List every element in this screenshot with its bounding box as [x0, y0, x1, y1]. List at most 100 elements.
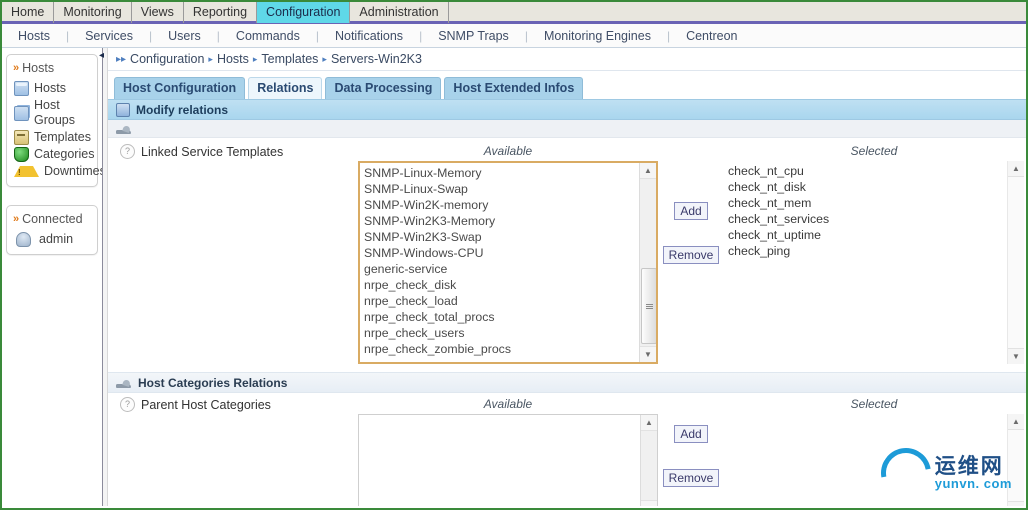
field-label-parent-host-categories: ? Parent Host Categories	[108, 397, 358, 412]
field-label-linked-service-templates: ? Linked Service Templates	[108, 144, 358, 159]
selected-listbox-scrollbar[interactable]: ▲ ▼	[1007, 161, 1024, 364]
add-button-2[interactable]: Add	[674, 425, 708, 443]
page-title: Modify relations	[136, 102, 229, 117]
sidebar-panel-connected: » Connected admin	[6, 205, 98, 255]
tab-data-processing[interactable]: Data Processing	[325, 77, 442, 99]
tab-host-configuration[interactable]: Host Configuration	[114, 77, 246, 99]
help-icon[interactable]: ?	[120, 397, 135, 412]
submenu-item-centreon[interactable]: Centreon	[670, 29, 753, 43]
menu-item-monitoring[interactable]: Monitoring	[54, 2, 132, 23]
tab-relations[interactable]: Relations	[248, 77, 323, 99]
list-item[interactable]: generic-service	[364, 261, 639, 277]
list-item[interactable]: SNMP-Win2K3-Swap	[364, 229, 639, 245]
submenu-item-snmp-traps[interactable]: SNMP Traps	[422, 29, 525, 43]
list-item[interactable]: check_nt_disk	[728, 179, 1007, 195]
available-listbox-2[interactable]: ▲ ▼	[358, 414, 658, 506]
sidebar-item-categories[interactable]: Categories	[10, 146, 94, 163]
breadcrumb-item-current[interactable]: Servers-Win2K3	[331, 52, 422, 66]
list-item[interactable]: nrpe_check_load	[364, 293, 639, 309]
submenu-item-monitoring-engines[interactable]: Monitoring Engines	[528, 29, 667, 43]
menu-item-configuration[interactable]: Configuration	[257, 2, 351, 23]
available-listbox-2-scrollbar[interactable]: ▲ ▼	[640, 415, 657, 506]
transfer-buttons-2: Add Remove	[658, 397, 724, 487]
sidebar-panel-connected-title: » Connected	[10, 210, 94, 231]
list-item[interactable]: check_nt_uptime	[728, 227, 1007, 243]
help-icon[interactable]: ?	[120, 144, 135, 159]
chevron-right-icon: »	[13, 62, 19, 74]
list-icon	[116, 102, 130, 117]
chevron-right-icon: »	[13, 213, 19, 225]
sidebar-item-hosts[interactable]: Hosts	[10, 80, 94, 97]
remove-button[interactable]: Remove	[662, 246, 720, 264]
available-list-wrapper: Available SNMP-Linux-Memory SNMP-Linux-S…	[358, 144, 658, 364]
available-caption: Available	[483, 144, 533, 158]
available-listbox[interactable]: SNMP-Linux-Memory SNMP-Linux-Swap SNMP-W…	[358, 161, 658, 364]
chevron-right-icon: ▸	[322, 53, 327, 64]
sidebar-item-host-groups[interactable]: Host Groups	[10, 97, 94, 129]
submenu-item-commands[interactable]: Commands	[220, 29, 316, 43]
sidebar-item-label: Host Groups	[34, 98, 75, 127]
submenu-item-notifications[interactable]: Notifications	[319, 29, 419, 43]
scroll-down-arrow-icon[interactable]: ▼	[640, 346, 656, 362]
scroll-up-arrow-icon[interactable]: ▲	[1008, 414, 1024, 430]
available-listbox-scrollbar[interactable]: ▲ ▼	[639, 163, 656, 362]
list-item[interactable]: SNMP-Linux-Swap	[364, 181, 639, 197]
menu-item-views[interactable]: Views	[132, 2, 184, 23]
list-item[interactable]: check_ping	[728, 243, 1007, 259]
breadcrumb-lead-icon: ▸▸	[116, 53, 127, 65]
add-button[interactable]: Add	[674, 202, 708, 220]
selected-listbox-2[interactable]: ▲ ▼	[724, 414, 1024, 506]
selected-listbox-2-items[interactable]	[724, 414, 1007, 506]
scroll-up-arrow-icon[interactable]: ▲	[1008, 161, 1024, 177]
list-item[interactable]: SNMP-Win2K-memory	[364, 197, 639, 213]
menu-item-home[interactable]: Home	[2, 2, 55, 23]
sidebar-item-label: Categories	[34, 147, 95, 161]
sidebar-item-templates[interactable]: Templates	[10, 129, 94, 146]
menu-item-reporting[interactable]: Reporting	[184, 2, 258, 23]
breadcrumb-item-configuration[interactable]: Configuration	[130, 52, 204, 66]
breadcrumb-item-templates[interactable]: Templates	[261, 52, 318, 66]
list-item[interactable]: check_nt_cpu	[728, 163, 1007, 179]
page-title-bar: Modify relations	[108, 99, 1026, 120]
list-item[interactable]: check_nt_mem	[728, 195, 1007, 211]
expand-section-icon[interactable]	[116, 123, 132, 135]
list-item[interactable]: SNMP-Linux-Memory	[364, 165, 639, 181]
scroll-down-arrow-icon[interactable]: ▼	[1008, 348, 1024, 364]
selected-listbox-items[interactable]: check_nt_cpu check_nt_disk check_nt_mem …	[724, 161, 1007, 364]
template-icon	[14, 130, 29, 145]
breadcrumb-item-hosts[interactable]: Hosts	[217, 52, 249, 66]
scroll-down-arrow-icon[interactable]: ▼	[1008, 501, 1024, 506]
selected-listbox[interactable]: check_nt_cpu check_nt_disk check_nt_mem …	[724, 161, 1024, 364]
submenu-item-users[interactable]: Users	[152, 29, 217, 43]
list-item[interactable]: check_nt_services	[728, 211, 1007, 227]
application-window: Home Monitoring Views Reporting Configur…	[0, 0, 1028, 510]
menu-item-administration[interactable]: Administration	[350, 2, 449, 23]
list-item[interactable]: nrpe_check_zombie_procs	[364, 341, 639, 357]
tab-host-extended-infos[interactable]: Host Extended Infos	[444, 77, 584, 99]
list-item[interactable]: nrpe_check_total_procs	[364, 309, 639, 325]
list-item[interactable]: nrpe_check_users	[364, 325, 639, 341]
collapse-sidebar-icon[interactable]: ◂	[99, 50, 104, 61]
field-row-parent-host-categories: ? Parent Host Categories Available ▲ ▼	[108, 393, 1026, 506]
sidebar-item-admin[interactable]: admin	[10, 231, 94, 248]
sidebar-panel-connected-label: Connected	[22, 212, 83, 226]
category-icon	[14, 147, 29, 162]
available-listbox-2-items[interactable]	[359, 415, 640, 506]
list-item[interactable]: SNMP-Win2K3-Memory	[364, 213, 639, 229]
list-item[interactable]: SNMP-Windows-CPU	[364, 245, 639, 261]
remove-button-2[interactable]: Remove	[662, 469, 720, 487]
scrollbar-thumb[interactable]	[641, 268, 656, 344]
expand-section-icon[interactable]	[116, 377, 132, 389]
submenu-item-hosts[interactable]: Hosts	[2, 29, 66, 43]
selected-caption-2: Selected	[850, 397, 898, 411]
tab-bar: Host Configuration Relations Data Proces…	[108, 71, 1026, 99]
selected-listbox-2-scrollbar[interactable]: ▲ ▼	[1007, 414, 1024, 506]
field-label-text: Parent Host Categories	[141, 397, 271, 412]
available-listbox-items[interactable]: SNMP-Linux-Memory SNMP-Linux-Swap SNMP-W…	[360, 163, 639, 362]
list-item[interactable]: nrpe_check_disk	[364, 277, 639, 293]
submenu-item-services[interactable]: Services	[69, 29, 149, 43]
scroll-down-arrow-icon[interactable]: ▼	[641, 500, 657, 506]
scroll-up-arrow-icon[interactable]: ▲	[641, 415, 657, 431]
sidebar-item-downtimes[interactable]: Downtimes	[10, 163, 106, 180]
scroll-up-arrow-icon[interactable]: ▲	[640, 163, 656, 179]
